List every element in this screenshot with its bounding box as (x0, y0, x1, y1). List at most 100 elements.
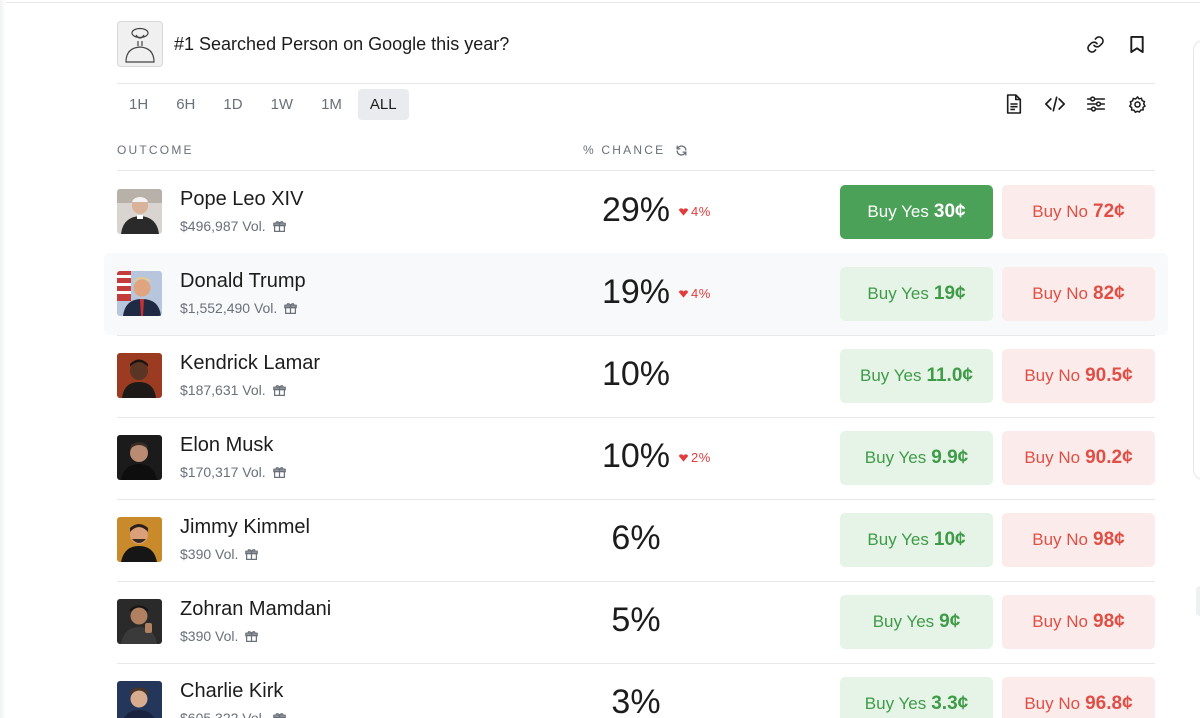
chance-delta: 2% (679, 450, 711, 465)
sliders-icon[interactable] (1086, 94, 1106, 114)
chance-percent: 5% (611, 601, 661, 639)
gift-icon[interactable] (272, 384, 286, 397)
delta-value: 4% (691, 204, 711, 219)
buy-yes-button[interactable]: Buy Yes 10¢ (840, 513, 993, 567)
tab-1w[interactable]: 1W (259, 89, 306, 120)
buy-no-button[interactable]: Buy No 98¢ (1002, 595, 1155, 649)
market-title: #1 Searched Person on Google this year? (174, 33, 510, 54)
buy-no-button[interactable]: Buy No 82¢ (1002, 267, 1155, 321)
volume-label: $390 Vol. (180, 546, 239, 562)
tab-1m[interactable]: 1M (309, 89, 354, 120)
buy-yes-label: Buy Yes (860, 366, 922, 385)
gift-icon[interactable] (272, 220, 286, 233)
outcome-volume: $390 Vol. (180, 628, 259, 644)
document-icon[interactable] (1004, 94, 1024, 114)
buy-yes-button[interactable]: Buy Yes 9¢ (840, 595, 993, 649)
outcome-volume: $187,631 Vol. (180, 382, 286, 398)
buy-yes-price: 11.0¢ (926, 365, 973, 386)
chance-percent: 6% (611, 519, 661, 557)
buy-no-price: 96.8¢ (1085, 693, 1133, 714)
buy-yes-button[interactable]: Buy Yes 19¢ (840, 267, 993, 321)
buy-yes-label: Buy Yes (864, 448, 927, 467)
buy-yes-label: Buy Yes (872, 612, 935, 631)
buy-no-price: 90.2¢ (1085, 447, 1133, 468)
buy-yes-button[interactable]: Buy Yes 30¢ (840, 185, 993, 239)
buy-yes-label: Buy Yes (864, 694, 927, 713)
outcome-row[interactable]: Pope Leo XIV $496,987 Vol. 29% 4% Buy Ye… (104, 171, 1168, 254)
settings-icon[interactable] (1127, 94, 1147, 114)
outcome-name: Donald Trump (180, 270, 306, 292)
volume-label: $187,631 Vol. (180, 382, 266, 398)
heart-down-icon (679, 289, 688, 298)
outcome-row[interactable]: Charlie Kirk $605,322 Vol. 3% Buy Yes 3.3… (104, 663, 1168, 718)
code-icon[interactable] (1045, 94, 1065, 114)
buy-no-label: Buy No (1024, 448, 1081, 467)
buy-no-button[interactable]: Buy No 98¢ (1002, 513, 1155, 567)
buy-yes-label: Buy Yes (867, 284, 929, 303)
bookmark-icon[interactable] (1127, 34, 1147, 54)
outcome-name: Pope Leo XIV (180, 188, 304, 210)
gift-icon[interactable] (272, 712, 286, 718)
buy-yes-price: 30¢ (933, 201, 966, 222)
buy-no-label: Buy No (1032, 612, 1089, 631)
heart-down-icon (679, 207, 688, 216)
market-icon (117, 21, 163, 67)
buy-no-label: Buy No (1024, 366, 1081, 385)
tab-1d[interactable]: 1D (211, 89, 254, 120)
buy-no-button[interactable]: Buy No 72¢ (1002, 185, 1155, 239)
top-border (0, 2, 1200, 3)
person-sketch-icon (125, 27, 155, 63)
side-panel-handle[interactable] (1196, 586, 1200, 616)
outcome-name: Elon Musk (180, 434, 274, 456)
buy-no-label: Buy No (1032, 202, 1089, 221)
outcome-volume: $496,987 Vol. (180, 218, 286, 234)
buy-yes-button[interactable]: Buy Yes 3.3¢ (840, 677, 993, 718)
buy-yes-label: Buy Yes (867, 202, 929, 221)
outcome-name: Kendrick Lamar (180, 352, 321, 374)
buy-no-price: 98¢ (1093, 611, 1125, 632)
buy-no-label: Buy No (1032, 284, 1089, 303)
avatar (117, 681, 162, 718)
side-panel-edge (1193, 40, 1200, 480)
outcome-volume: $605,322 Vol. (180, 710, 286, 718)
buy-no-price: 82¢ (1093, 283, 1125, 304)
buy-no-button[interactable]: Buy No 96.8¢ (1002, 677, 1155, 718)
link-icon[interactable] (1085, 34, 1105, 54)
buy-no-price: 98¢ (1093, 529, 1125, 550)
buy-no-label: Buy No (1024, 694, 1081, 713)
outcome-row[interactable]: Jimmy Kimmel $390 Vol. 6% Buy Yes 10¢ Buy… (104, 499, 1168, 582)
buy-yes-price: 10¢ (933, 529, 966, 550)
gift-icon[interactable] (284, 302, 298, 315)
tab-1h[interactable]: 1H (117, 89, 160, 120)
gift-icon[interactable] (245, 630, 259, 643)
gift-icon[interactable] (245, 548, 259, 561)
outcome-row[interactable]: Donald Trump $1,552,490 Vol. 19% 4% Buy … (104, 253, 1168, 336)
avatar (117, 271, 162, 316)
delta-value: 4% (691, 286, 711, 301)
tab-6h[interactable]: 6H (164, 89, 207, 120)
buy-yes-price: 9.9¢ (931, 447, 969, 468)
buy-yes-button[interactable]: Buy Yes 11.0¢ (840, 349, 993, 403)
outcome-name: Jimmy Kimmel (180, 516, 310, 538)
outcome-volume: $170,317 Vol. (180, 464, 286, 480)
volume-label: $170,317 Vol. (180, 464, 266, 480)
time-range-tabs: 1H 6H 1D 1W 1M ALL (117, 89, 409, 120)
chance-delta: 4% (679, 204, 711, 219)
buy-no-price: 90.5¢ (1085, 365, 1133, 386)
buy-yes-price: 3.3¢ (931, 693, 969, 714)
outcome-row[interactable]: Elon Musk $170,317 Vol. 10% 2% Buy Yes 9.… (104, 417, 1168, 500)
outcome-row[interactable]: Zohran Mamdani $390 Vol. 5% Buy Yes 9¢ Bu… (104, 581, 1168, 664)
buy-no-button[interactable]: Buy No 90.2¢ (1002, 431, 1155, 485)
avatar (117, 517, 162, 562)
outcome-volume: $390 Vol. (180, 546, 259, 562)
buy-no-button[interactable]: Buy No 90.5¢ (1002, 349, 1155, 403)
header-divider (117, 83, 1155, 84)
refresh-icon[interactable] (675, 144, 688, 157)
gift-icon[interactable] (272, 466, 286, 479)
buy-yes-button[interactable]: Buy Yes 9.9¢ (840, 431, 993, 485)
outcome-row[interactable]: Kendrick Lamar $187,631 Vol. 10% Buy Yes… (104, 335, 1168, 418)
tab-all[interactable]: ALL (357, 89, 409, 120)
outcome-volume: $1,552,490 Vol. (180, 300, 298, 316)
outcome-name: Charlie Kirk (180, 680, 284, 702)
buy-yes-label: Buy Yes (867, 530, 929, 549)
